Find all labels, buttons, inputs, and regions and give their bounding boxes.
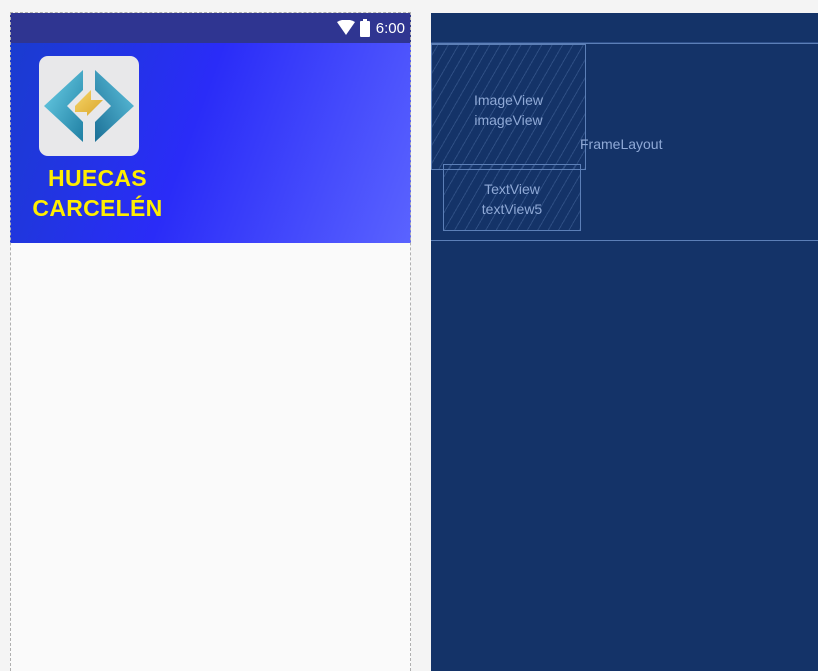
- framelayout-label: FrameLayout: [580, 136, 663, 152]
- battery-icon: [359, 19, 370, 37]
- app-title-line-1: HUECAS: [48, 165, 147, 191]
- imageview-type-label: ImageView: [473, 92, 543, 108]
- app-title-line-2: CARCELÉN: [32, 195, 163, 221]
- wifi-icon: [336, 20, 356, 36]
- status-bar: 6:00: [10, 13, 411, 43]
- status-icons: 6:00: [336, 13, 405, 43]
- app-logo-icon: [39, 56, 139, 156]
- blueprint-view: ImageView imageView TextView textView5 F…: [431, 13, 818, 671]
- imageview-id-label: imageView: [474, 112, 543, 128]
- blueprint-textview[interactable]: TextView textView5: [443, 164, 581, 231]
- textview-type-label: TextView: [484, 181, 540, 197]
- app-title: HUECAS CARCELÉN: [10, 163, 185, 223]
- nav-header: HUECAS CARCELÉN: [10, 43, 411, 243]
- status-time: 6:00: [375, 19, 405, 37]
- textview-id-label: textView5: [481, 201, 543, 217]
- blueprint-imageview[interactable]: ImageView imageView: [431, 44, 586, 170]
- blueprint-framelayout[interactable]: ImageView imageView TextView textView5 F…: [431, 43, 818, 241]
- design-preview: 6:00 HUECAS CARCELÉN: [10, 13, 411, 671]
